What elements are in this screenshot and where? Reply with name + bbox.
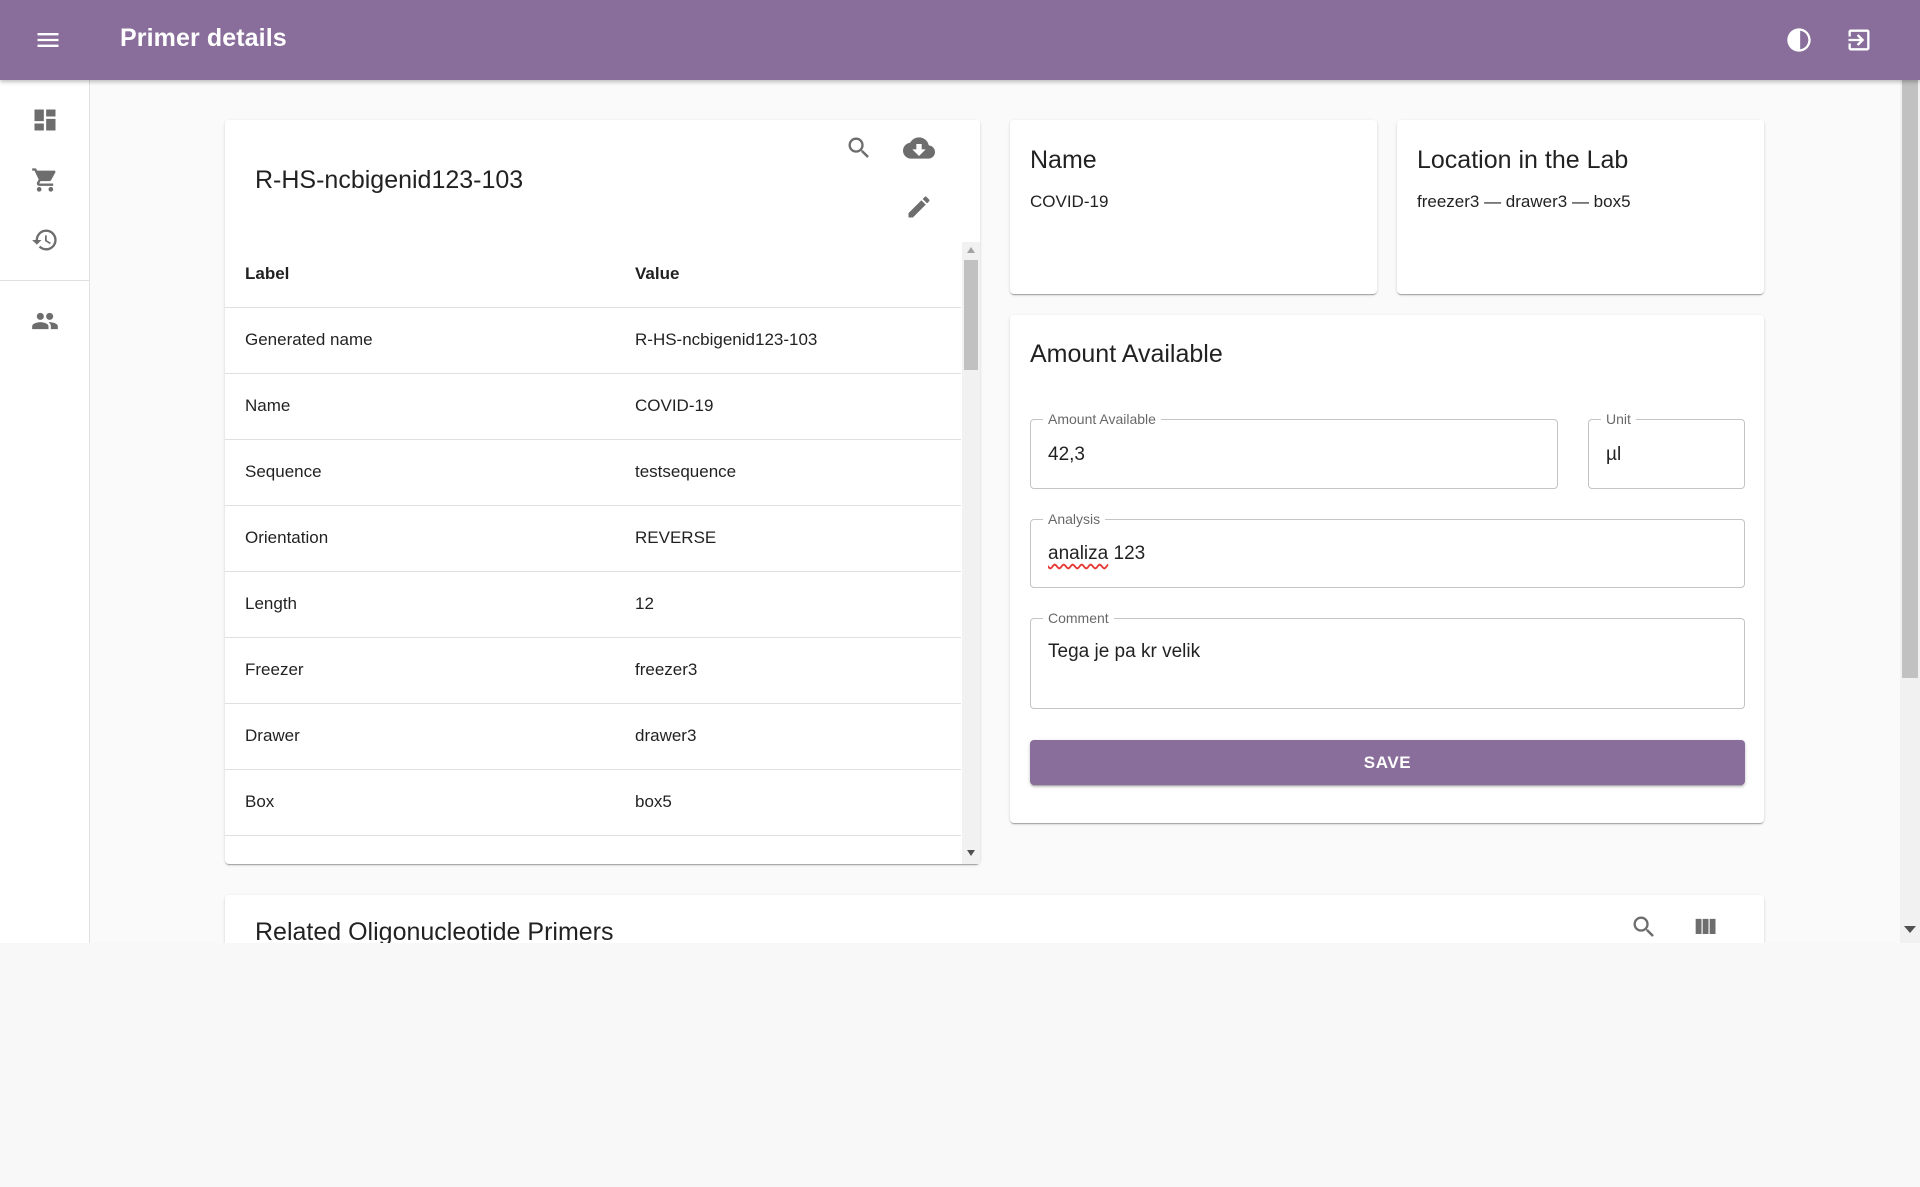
logout-icon [1845,26,1873,54]
primer-details-card: R-HS-ncbigenid123-103 Label Value Genera… [225,120,980,864]
main-viewport: R-HS-ncbigenid123-103 Label Value Genera… [0,80,1920,943]
amount-card: Amount Available Amount Available 42,3 U… [1010,315,1764,823]
row-value: REVERSE [635,528,717,547]
location-card-value: freezer3 — drawer3 — box5 [1417,192,1631,211]
cart-icon [31,166,59,194]
sidebar-divider [0,280,89,281]
primer-details-title: R-HS-ncbigenid123-103 [255,166,524,194]
analysis-field-label: Analysis [1043,511,1106,527]
table-row: Drawer drawer3 [225,704,961,770]
amount-card-title: Amount Available [1030,340,1223,368]
sidebar-item-users[interactable] [10,293,80,349]
comment-field[interactable]: Comment Tega je pa kr velik [1030,610,1745,709]
location-card: Location in the Lab freezer3 — drawer3 —… [1397,120,1764,294]
row-label: Box [245,792,275,811]
row-value: COVID-19 [635,396,714,415]
row-value: drawer3 [635,726,697,745]
scroll-down-arrow[interactable] [967,850,975,856]
table-header-row: Label Value [225,242,961,308]
amount-field-label: Amount Available [1043,411,1161,427]
table-row: Generated name R-HS-ncbigenid123-103 [225,308,961,374]
column-header-value: Value [635,264,680,283]
row-label: Orientation [245,528,329,547]
row-label: Freezer [245,660,304,679]
analysis-field[interactable]: Analysis analiza 123 [1030,511,1745,588]
row-value: 12 [635,594,654,613]
unit-field-value[interactable]: µl [1606,444,1621,466]
name-card-value: COVID-19 [1030,192,1109,211]
page-scroll-down-arrow[interactable] [1904,926,1916,933]
table-row: Name COVID-19 [225,374,961,440]
table-row: Orientation REVERSE [225,506,961,572]
menu-button[interactable] [24,16,72,64]
theme-toggle-button[interactable] [1775,16,1823,64]
sidebar-item-dashboard[interactable] [10,92,80,148]
related-primers-card: Related Oligonucleotide Primers [225,895,1764,943]
table-row: Box box5 [225,770,961,836]
edit-icon [905,193,933,221]
analysis-value-rest: 123 [1108,543,1146,564]
unit-field-label: Unit [1601,411,1636,427]
search-icon [845,134,873,162]
comment-field-label: Comment [1043,610,1114,626]
sidebar-item-history[interactable] [10,212,80,268]
comment-field-value[interactable]: Tega je pa kr velik [1048,641,1200,663]
scroll-up-arrow[interactable] [967,247,975,253]
sidebar [0,80,90,943]
row-value: freezer3 [635,660,698,679]
row-label: Length [245,594,297,613]
unit-field[interactable]: Unit µl [1588,411,1745,489]
table-scroll-thumb[interactable] [964,260,978,370]
logout-button[interactable] [1835,16,1883,64]
theme-toggle-icon [1785,26,1813,54]
page-scrollbar[interactable] [1900,80,1920,943]
amount-field[interactable]: Amount Available 42,3 [1030,411,1558,489]
menu-icon [34,26,62,54]
empty-area [0,943,1920,1187]
related-primers-title: Related Oligonucleotide Primers [255,918,614,943]
page-title: Primer details [120,24,287,52]
amount-field-value[interactable]: 42,3 [1048,444,1085,466]
table-row: Length 12 [225,572,961,638]
row-label: Name [245,396,291,415]
row-label: Drawer [245,726,300,745]
edit-button[interactable] [895,183,943,231]
people-icon [31,307,59,335]
analysis-misspelled-word: analiza [1048,543,1109,564]
app-bar: Primer details [0,0,1920,80]
related-search-button[interactable] [1620,903,1668,943]
table-row: Sequence testsequence [225,440,961,506]
columns-icon [1691,913,1719,941]
row-label: Generated name [245,330,373,349]
table-scrollbar[interactable] [962,242,980,864]
history-icon [31,226,59,254]
download-button[interactable] [895,124,943,172]
save-button[interactable]: SAVE [1030,740,1745,785]
row-value: testsequence [635,462,737,481]
table-row: Freezer freezer3 [225,638,961,704]
details-table: Label Value Generated name R-HS-ncbigeni… [225,242,962,864]
cloud-download-icon [903,132,935,164]
row-value: box5 [635,792,672,811]
columns-button[interactable] [1681,903,1729,943]
row-value: R-HS-ncbigenid123-103 [635,330,818,349]
search-icon [1630,913,1658,941]
page-scroll-thumb[interactable] [1902,80,1918,678]
name-card-title: Name [1030,146,1097,174]
sidebar-item-orders[interactable] [10,152,80,208]
dashboard-icon [31,106,59,134]
row-label: Sequence [245,462,322,481]
name-card: Name COVID-19 [1010,120,1377,294]
analysis-field-value[interactable]: analiza 123 [1048,543,1145,565]
location-card-title: Location in the Lab [1417,146,1629,174]
column-header-label: Label [245,264,290,283]
table-search-button[interactable] [835,124,883,172]
